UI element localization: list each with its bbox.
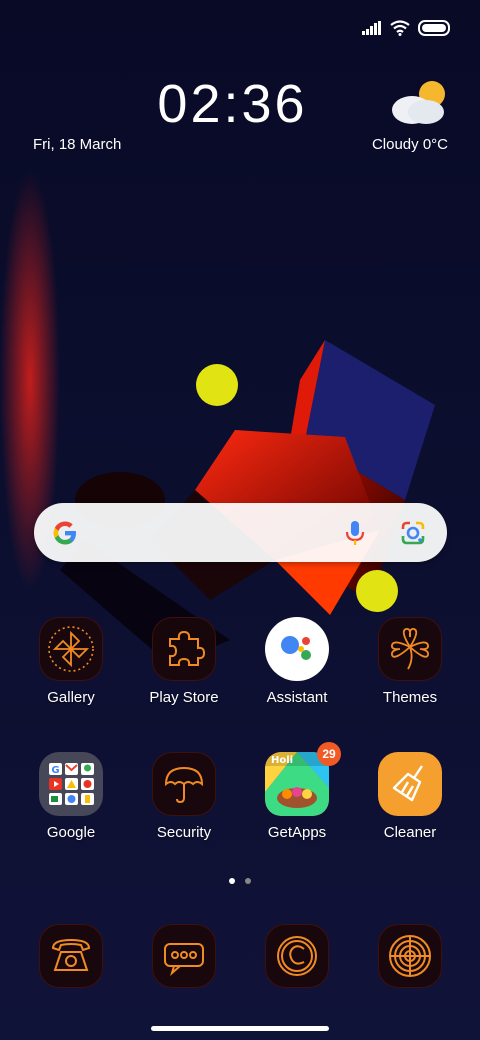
page-indicator[interactable]: [0, 878, 480, 884]
app-play-store[interactable]: Play Store: [129, 617, 239, 706]
google-g-icon: [53, 521, 76, 544]
notification-badge: 29: [317, 742, 341, 766]
app-label: Play Store: [149, 689, 219, 706]
svg-text:G: G: [51, 765, 59, 776]
app-label: Cleaner: [383, 824, 437, 841]
camera-icon: [378, 924, 442, 988]
app-cleaner[interactable]: Cleaner: [355, 752, 465, 841]
google-lens-icon[interactable]: [399, 519, 427, 547]
google-search-bar[interactable]: [34, 503, 447, 562]
app-security[interactable]: Security: [129, 752, 239, 841]
puzzle-piece-icon: [152, 617, 216, 681]
dock-camera[interactable]: [355, 924, 465, 988]
google-folder-icon: G: [39, 752, 103, 816]
messages-icon: [152, 924, 216, 988]
google-assistant-icon: [265, 617, 329, 681]
status-bar: [362, 14, 450, 42]
clover-icon: [378, 617, 442, 681]
weather-label[interactable]: Cloudy 0°C: [372, 136, 448, 153]
dock-browser[interactable]: [242, 924, 352, 988]
phone-icon: [39, 924, 103, 988]
app-gallery[interactable]: Gallery: [16, 617, 126, 706]
home-gesture-bar[interactable]: [151, 1026, 329, 1031]
broom-icon: [378, 752, 442, 816]
battery-icon: [418, 20, 450, 36]
app-label: Assistant: [266, 689, 328, 706]
getapps-icon: Holi 29: [265, 742, 341, 816]
cloudy-sun-icon[interactable]: [390, 78, 448, 126]
signal-icon: [362, 21, 381, 35]
folder-google[interactable]: G Google: [16, 752, 126, 841]
app-label: Security: [156, 824, 212, 841]
app-themes[interactable]: Themes: [355, 617, 465, 706]
microphone-icon[interactable]: [343, 519, 367, 547]
wifi-icon: [390, 20, 410, 36]
app-label: Google: [46, 824, 96, 841]
app-label: Gallery: [47, 689, 95, 706]
gallery-pinwheel-icon: [39, 617, 103, 681]
clock-date[interactable]: Fri, 18 March: [33, 136, 121, 153]
dock-phone[interactable]: [16, 924, 126, 988]
app-getapps[interactable]: Holi 29 GetApps: [242, 742, 352, 841]
page-dot-active: [229, 878, 235, 884]
umbrella-icon: [152, 752, 216, 816]
app-label: GetApps: [267, 824, 327, 841]
getapps-banner: Holi: [271, 755, 293, 766]
page-dot: [245, 878, 251, 884]
browser-icon: [265, 924, 329, 988]
app-assistant[interactable]: Assistant: [242, 617, 352, 706]
app-label: Themes: [382, 689, 438, 706]
dock-messages[interactable]: [129, 924, 239, 988]
